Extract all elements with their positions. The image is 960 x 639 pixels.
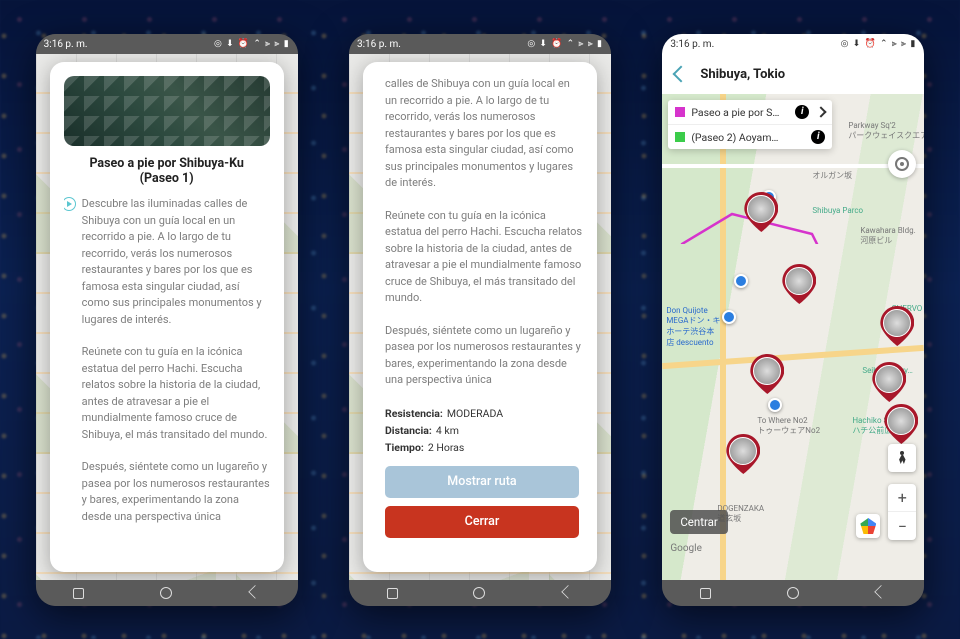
show-route-button[interactable]: Mostrar ruta: [385, 466, 579, 498]
info-icon[interactable]: i: [811, 130, 825, 144]
meta-resistencia: Resistencia:MODERADA: [381, 405, 583, 422]
tour-paragraph-1: Reúnete con tu guía en la icónica estatu…: [381, 208, 583, 307]
status-bar: 3:16 p. m. ◎ ⬇ ⏰ ⌃ ⫸ ⫸ ▮: [662, 34, 924, 54]
status-time: 3:16 p. m.: [44, 39, 88, 50]
back-arrow-icon[interactable]: [672, 66, 688, 82]
zoom-controls: + −: [888, 484, 916, 540]
android-nav-bar: [36, 580, 298, 606]
legend-swatch-magenta: [675, 107, 685, 117]
phone-screenshot-2: 3:16 p. m. ◎ ⬇ ⏰ ⌃ ⫸ ⫸ ▮ calles de Shibu…: [349, 34, 611, 606]
map-label-donki: Don Quijote MEGAドン・キ ホーテ渋谷本 店 descuento: [666, 306, 720, 348]
map-tour-pin[interactable]: [750, 354, 784, 394]
streetview-button[interactable]: [888, 444, 916, 472]
map-tour-pin[interactable]: [726, 434, 760, 474]
status-icons: ◎ ⬇ ⏰ ⌃ ⫸ ⫸ ▮: [214, 39, 290, 49]
zoom-out-button[interactable]: −: [888, 512, 916, 540]
map-poi-pin[interactable]: [768, 398, 786, 416]
map-label-towhere: To Where No2 トゥーウェアNo2: [757, 416, 820, 436]
walker-icon: [895, 451, 909, 465]
map-poi-pin[interactable]: [722, 310, 740, 328]
phone-screenshot-1: 3:16 p. m. ◎ ⬇ ⏰ ⌃ ⫸ ⫸ ▮ Paseo a pie por…: [36, 34, 298, 606]
map-tour-pin[interactable]: [744, 192, 778, 232]
route-legend: Paseo a pie por S… i (Paseo 2) Aoyam… i: [668, 100, 832, 149]
zoom-in-button[interactable]: +: [888, 484, 916, 512]
nav-back-icon[interactable]: [561, 585, 575, 599]
phone-screenshot-3: 3:16 p. m. ◎ ⬇ ⏰ ⌃ ⫸ ⫸ ▮ Shibuya Parco P…: [662, 34, 924, 606]
tour-paragraph-2: Reúnete con tu guía en la icónica estatu…: [64, 344, 270, 443]
nav-home-icon[interactable]: [787, 587, 799, 599]
info-icon[interactable]: i: [795, 105, 809, 119]
tour-paragraph-0: calles de Shibuya con un guía local en u…: [381, 76, 583, 192]
map-tour-pin[interactable]: [782, 264, 816, 304]
chevron-right-icon: [816, 106, 827, 117]
recenter-button[interactable]: Centrar: [670, 510, 728, 534]
map-title: Shibuya, Tokio: [700, 67, 785, 82]
map-tour-pin[interactable]: [884, 404, 918, 444]
map-poi-pin[interactable]: [734, 274, 752, 292]
legend-item-2[interactable]: (Paseo 2) Aoyam… i: [668, 124, 832, 149]
legend-swatch-green: [675, 132, 685, 142]
google-logo: Google: [670, 543, 702, 554]
nav-back-icon[interactable]: [875, 585, 889, 599]
status-icons: ◎ ⬇ ⏰ ⌃ ⫸ ⫸ ▮: [841, 39, 917, 49]
status-time: 3:16 p. m.: [357, 39, 401, 50]
map-tour-pin[interactable]: [880, 306, 914, 346]
audio-play-icon[interactable]: [64, 197, 76, 211]
tour-paragraph-2: Después, siéntete como un lugareño y pas…: [381, 323, 583, 389]
status-icons: ◎ ⬇ ⏰ ⌃ ⫸ ⫸ ▮: [527, 39, 603, 49]
meta-distancia: Distancia:4 km: [381, 422, 583, 439]
meta-tiempo: Tiempo:2 Horas: [381, 439, 583, 456]
nav-recent-icon[interactable]: [700, 588, 711, 599]
map-view[interactable]: Shibuya Parco Parkway Sq'2 パークウェイスクエア2 K…: [662, 54, 924, 580]
tour-detail-card: Paseo a pie por Shibuya-Ku (Paseo 1) Des…: [50, 62, 284, 572]
android-nav-bar: [662, 580, 924, 606]
nav-recent-icon[interactable]: [387, 588, 398, 599]
nav-home-icon[interactable]: [473, 587, 485, 599]
crosshair-icon: [895, 157, 909, 171]
google-maps-button[interactable]: [856, 514, 880, 538]
tour-paragraph-1: Descubre las iluminadas calles de Shibuy…: [64, 196, 270, 328]
tour-detail-card-scrolled: calles de Shibuya con un guía local en u…: [363, 62, 597, 572]
status-bar: 3:16 p. m. ◎ ⬇ ⏰ ⌃ ⫸ ⫸ ▮: [36, 34, 298, 54]
map-top-bar: Shibuya, Tokio: [662, 54, 924, 94]
nav-home-icon[interactable]: [160, 587, 172, 599]
map-canvas[interactable]: Shibuya Parco Parkway Sq'2 パークウェイスクエア2 K…: [662, 94, 924, 580]
tour-paragraph-3: Después, siéntete como un lugareño y pas…: [64, 459, 270, 525]
legend-item-1[interactable]: Paseo a pie por S… i: [668, 100, 832, 124]
map-tour-pin[interactable]: [872, 362, 906, 402]
status-time: 3:16 p. m.: [670, 39, 714, 50]
nav-back-icon[interactable]: [248, 585, 262, 599]
tour-hero-image: [64, 76, 270, 146]
close-button[interactable]: Cerrar: [385, 506, 579, 538]
tour-title: Paseo a pie por Shibuya-Ku (Paseo 1): [64, 156, 270, 196]
android-nav-bar: [349, 580, 611, 606]
nav-recent-icon[interactable]: [73, 588, 84, 599]
status-bar: 3:16 p. m. ◎ ⬇ ⏰ ⌃ ⫸ ⫸ ▮: [349, 34, 611, 54]
